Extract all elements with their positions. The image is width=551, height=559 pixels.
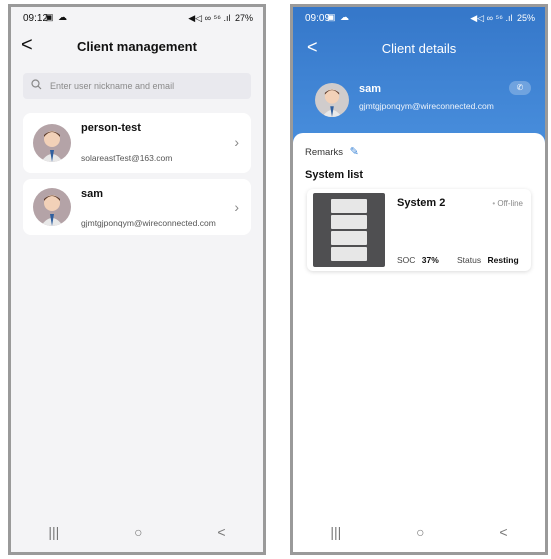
battery-level: 25% [516, 13, 535, 23]
system-name: System 2 [397, 197, 446, 209]
soc-row: SOC 37% [397, 255, 439, 265]
avatar [33, 124, 71, 162]
battery-level: 27% [234, 13, 253, 23]
client-card[interactable]: person-test solareastTest@163.com › [23, 113, 251, 173]
client-email: solareastTest@163.com [81, 153, 173, 163]
navigation-bar: ||| ○ < [11, 512, 263, 552]
status-bar: 09:09 ▣ ☁ ◀◁ ∞ ⁵⁶ .ıl 25% [293, 7, 545, 29]
page-title: Client details [381, 41, 457, 56]
signal-icons: ◀◁ ∞ ⁵⁶ .ıl 25% [470, 13, 535, 24]
nav-back-button[interactable]: < [217, 524, 225, 540]
home-button[interactable]: ○ [134, 524, 142, 540]
notification-icons: ▣ ☁ [327, 12, 351, 22]
status-bar: 09:12 ▣ ☁ ◀◁ ∞ ⁵⁶ .ıl 27% [11, 7, 263, 29]
avatar [315, 83, 349, 117]
remarks-row[interactable]: Remarks ✎ [305, 145, 359, 158]
notification-icons: ▣ ☁ [45, 12, 69, 22]
soc-label: SOC [397, 255, 416, 265]
client-name: person-test [81, 122, 141, 134]
connection-status: Off-line [497, 199, 523, 208]
soc-value: 37% [421, 255, 439, 265]
remarks-label: Remarks [305, 147, 344, 158]
signal-icon: ◀◁ ∞ ⁵⁶ .ıl [188, 13, 231, 23]
page-title: Client management [77, 39, 197, 54]
battery-system-image [313, 193, 385, 267]
phone-icon: ✆ [516, 83, 524, 92]
home-button[interactable]: ○ [416, 524, 424, 540]
signal-icons: ◀◁ ∞ ⁵⁶ .ıl 27% [188, 13, 253, 24]
search-input[interactable] [48, 80, 242, 92]
signal-icon: ◀◁ ∞ ⁵⁶ .ıl [470, 13, 513, 23]
search-bar [23, 73, 251, 99]
client-details-screen: 09:09 ▣ ☁ ◀◁ ∞ ⁵⁶ .ıl 25% < Client detai… [290, 4, 548, 555]
status-badge: • Off-line [492, 199, 523, 208]
edit-icon[interactable]: ✎ [350, 146, 359, 158]
avatar [33, 188, 71, 226]
status-label: Status [457, 255, 482, 265]
chevron-right-icon: › [234, 134, 239, 150]
navigation-bar: ||| ○ < [293, 512, 545, 552]
recents-button[interactable]: ||| [48, 524, 59, 540]
search-icon [31, 79, 42, 93]
nav-back-button[interactable]: < [499, 524, 507, 540]
client-card[interactable]: sam gjmtgjponqym@wireconnected.com › [23, 179, 251, 235]
client-name: sam [359, 83, 382, 95]
system-card[interactable]: System 2 • Off-line SOC 37% Status Resti… [307, 189, 531, 271]
client-name: sam [81, 188, 104, 200]
client-management-screen: 09:12 ▣ ☁ ◀◁ ∞ ⁵⁶ .ıl 27% < Client manag… [8, 4, 266, 555]
header: < Client management [11, 31, 263, 63]
client-email: gjmtgjponqym@wireconnected.com [359, 101, 494, 111]
details-body: Remarks ✎ System list System 2 • Off-lin… [293, 133, 545, 552]
status-row: Status Resting [457, 255, 519, 265]
status-value: Resting [487, 255, 519, 265]
client-email: gjmtgjponqym@wireconnected.com [81, 218, 216, 228]
section-title: System list [305, 169, 364, 181]
call-button[interactable]: ✆ [509, 81, 531, 95]
chevron-right-icon: › [234, 199, 239, 215]
recents-button[interactable]: ||| [330, 524, 341, 540]
